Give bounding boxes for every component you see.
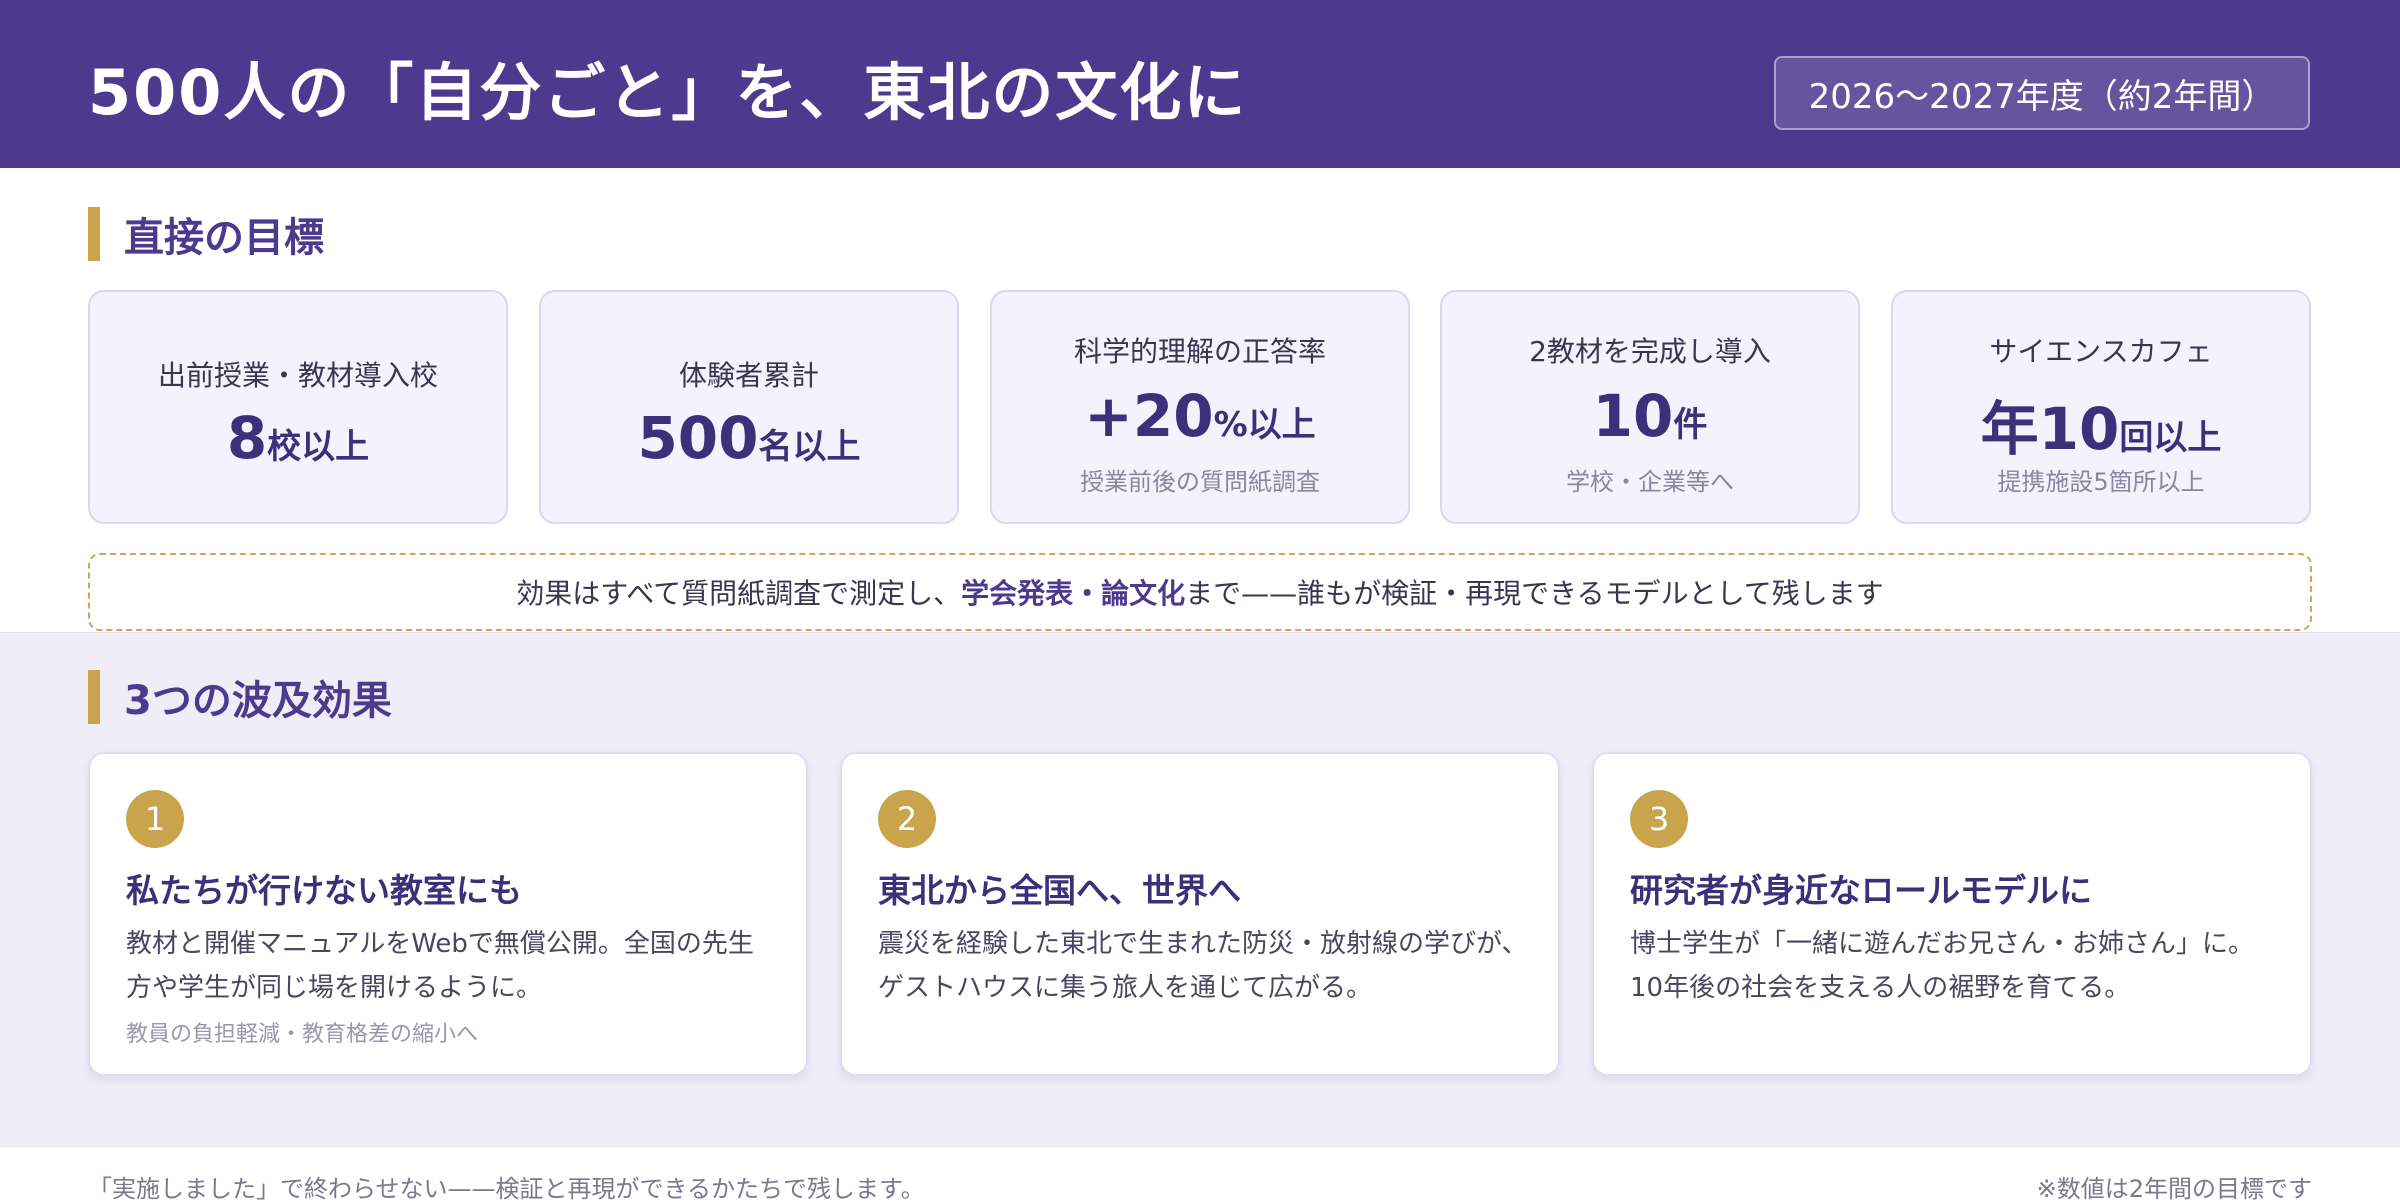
stat-value: 8校以上	[90, 404, 506, 472]
stat-number: 10	[1592, 382, 1674, 450]
note-text-after: まで——誰もが検証・再現できるモデルとして残します	[1185, 577, 1884, 610]
number-badge: 1	[126, 790, 184, 848]
note-text-emphasis: 学会発表・論文化	[961, 577, 1186, 610]
stat-card-accuracy: 科学的理解の正答率 +20%以上 授業前後の質問紙調査	[990, 290, 1410, 524]
effect-body: 震災を経験した東北で生まれた防災・放射線の学びが、ゲストハウスに集う旅人を通じて…	[878, 929, 1528, 1003]
stat-label: 出前授業・教材導入校	[157, 359, 438, 392]
stat-note: 提携施設5箇所以上	[1997, 468, 2205, 496]
section-accent-bar	[88, 207, 100, 261]
stat-card-schools: 出前授業・教材導入校 8校以上	[88, 290, 508, 524]
measurement-note: 効果はすべて質問紙調査で測定し、 学会発表・論文化 まで——誰もが検証・再現できるモ…	[88, 553, 2312, 631]
effect-title: 私たちが行けない教室にも	[126, 871, 522, 910]
stat-unit: 名以上	[758, 427, 861, 467]
section-title: 直接の目標	[124, 215, 324, 261]
stat-label: 科学的理解の正答率	[1073, 335, 1326, 368]
stat-number: 年10	[1980, 395, 2120, 463]
section-accent-bar	[88, 670, 100, 724]
section-title: 3つの波及効果	[124, 678, 392, 724]
footer-disclaimer: ※数値は2年間の目標です	[2036, 1175, 2312, 1203]
stat-value: 10件	[1442, 382, 1858, 450]
stat-label: 体験者累計	[678, 359, 819, 392]
effect-card-1: 1 私たちが行けない教室にも 教材と開催マニュアルをWebで無償公開。全国の先生…	[88, 752, 808, 1076]
effect-subnote: 教員の負担軽減・教育格差の縮小へ	[126, 1022, 479, 1047]
stat-unit: %以上	[1213, 405, 1316, 445]
note-text-before: 効果はすべて質問紙調査で測定し、	[516, 577, 962, 610]
stat-label: 2教材を完成し導入	[1529, 335, 1771, 368]
effect-title: 研究者が身近なロールモデルに	[1630, 871, 2092, 910]
effect-body: 博士学生が「一緒に遊んだお兄さん・お姉さん」に。10年後の社会を支える人の裾野を…	[1630, 929, 2255, 1003]
stat-label: サイエンスカフェ	[1989, 335, 2213, 368]
stat-value: 年10回以上	[1893, 382, 2309, 466]
effect-card-2: 2 東北から全国へ、世界へ 震災を経験した東北で生まれた防災・放射線の学びが、ゲ…	[840, 752, 1560, 1076]
stat-unit: 件	[1673, 405, 1708, 445]
number-badge: 2	[878, 790, 936, 848]
stat-card-participants: 体験者累計 500名以上	[539, 290, 959, 524]
page-title: 500人の「自分ごと」を、東北の文化に	[88, 56, 1248, 129]
effect-title: 東北から全国へ、世界へ	[878, 871, 1241, 910]
section-heading-direct-goals: 直接の目標	[88, 207, 324, 261]
stat-value: +20%以上	[992, 382, 1408, 450]
number-badge: 3	[1630, 790, 1688, 848]
stat-unit: 校以上	[267, 427, 370, 467]
stat-value: 500名以上	[541, 404, 957, 472]
stat-card-materials: 2教材を完成し導入 10件 学校・企業等へ	[1440, 290, 1860, 524]
stat-number: 8	[226, 404, 268, 472]
footer-message: 「実施しました」で終わらせない——検証と再現ができるかたちで残します。	[88, 1175, 925, 1203]
stat-card-science-cafe: サイエンスカフェ 年10回以上 提携施設5箇所以上	[1891, 290, 2311, 524]
effect-card-3: 3 研究者が身近なロールモデルに 博士学生が「一緒に遊んだお兄さん・お姉さん」に…	[1592, 752, 2312, 1076]
stat-note: 学校・企業等へ	[1566, 468, 1734, 496]
footer: 「実施しました」で終わらせない——検証と再現ができるかたちで残します。 ※数値は…	[0, 1146, 2400, 1203]
period-badge: 2026〜2027年度（約2年間）	[1774, 56, 2310, 130]
header-banner: 500人の「自分ごと」を、東北の文化に 2026〜2027年度（約2年間）	[0, 0, 2400, 168]
stat-number: +20	[1084, 382, 1214, 450]
section-heading-effects: 3つの波及効果	[88, 670, 392, 724]
effect-body: 教材と開催マニュアルをWebで無償公開。全国の先生方や学生が同じ場を開けるように…	[126, 929, 754, 1003]
stat-unit: 回以上	[2119, 418, 2222, 458]
stat-note: 授業前後の質問紙調査	[1080, 468, 1320, 496]
stat-number: 500	[637, 404, 759, 472]
